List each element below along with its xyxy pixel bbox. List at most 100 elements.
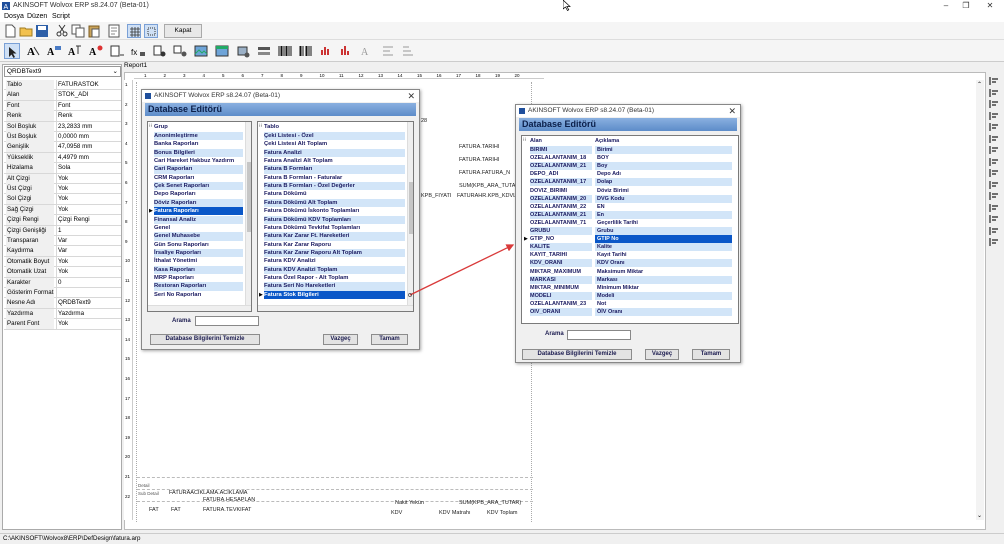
- shape-tool-icon[interactable]: [235, 43, 251, 59]
- property-row[interactable]: Otomatik Boyut Yok: [4, 256, 121, 268]
- field-cell[interactable]: GRUBU: [530, 227, 592, 236]
- list-item[interactable]: Fatura Özel Rapor - Alt Toplam: [264, 274, 405, 282]
- group-list-hscroll[interactable]: [148, 305, 251, 311]
- list-item[interactable]: Fatura Kar Zarar Raporu: [264, 241, 405, 249]
- scroll-down-icon[interactable]: ⌄: [977, 512, 982, 519]
- align-bottom-icon[interactable]: [988, 134, 1000, 144]
- save-icon[interactable]: [35, 24, 49, 38]
- align-right-icon[interactable]: [988, 99, 1000, 109]
- scroll-up-icon[interactable]: ⌃: [977, 81, 982, 88]
- property-row[interactable]: Otomatik Uzat Yok: [4, 267, 121, 278]
- property-value[interactable]: Var: [56, 236, 120, 246]
- list-item[interactable]: Gün Sonu Raporları: [154, 241, 243, 249]
- open-folder-icon[interactable]: [19, 24, 33, 38]
- field-cell[interactable]: DOVIZ_BIRIMI: [530, 187, 592, 195]
- ok-button[interactable]: Tamam: [692, 349, 730, 360]
- property-value[interactable]: Renk: [56, 111, 120, 122]
- property-value[interactable]: 0,0000 mm: [56, 132, 120, 142]
- property-value[interactable]: Yok: [56, 256, 120, 267]
- desc-cell[interactable]: Boy: [595, 162, 732, 171]
- field-cell[interactable]: OZELALANTANIM_22: [530, 203, 592, 211]
- list-item[interactable]: Fatura Raporları: [154, 207, 243, 216]
- align-tool-icon[interactable]: [380, 43, 396, 59]
- property-row[interactable]: Üst Boşluk 0,0000 mm: [4, 132, 121, 143]
- desc-cell[interactable]: Modeli: [595, 291, 732, 300]
- list-item[interactable]: Banka Raporları: [154, 140, 243, 148]
- property-row[interactable]: Parent Font Yok: [4, 319, 121, 330]
- field-cell[interactable]: OZELALANTANIM_18: [530, 154, 592, 162]
- property-row[interactable]: Renk Renk: [4, 111, 121, 122]
- property-value[interactable]: FATURASTOK: [56, 80, 120, 90]
- desc-cell[interactable]: GTIP No: [595, 235, 732, 244]
- memo-tool-icon[interactable]: [109, 43, 125, 59]
- group-tool-icon[interactable]: [172, 43, 188, 59]
- field-cell[interactable]: KAYIT_TARIHI: [530, 251, 592, 259]
- preview-icon[interactable]: [107, 24, 121, 38]
- property-value[interactable]: 47,0958 mm: [56, 142, 120, 153]
- property-value[interactable]: [56, 288, 120, 298]
- cancel-button[interactable]: Vazgeç: [323, 334, 358, 345]
- property-value[interactable]: STOK_ADI: [56, 90, 120, 101]
- align-middle-icon[interactable]: [988, 122, 1000, 132]
- desc-cell[interactable]: Kayıt Tarihi: [595, 251, 732, 259]
- field-cell[interactable]: OZELALANTANIM_23: [530, 300, 592, 308]
- field-cell[interactable]: MODELI: [530, 291, 592, 300]
- field-cell[interactable]: BIRIMI: [530, 146, 592, 155]
- desc-cell[interactable]: ÖİV Oranı: [595, 308, 732, 317]
- copy-icon[interactable]: [71, 24, 85, 38]
- center-h-icon[interactable]: [988, 214, 1000, 224]
- field-cell[interactable]: KDV_ORANI: [530, 259, 592, 268]
- chart2-tool-icon[interactable]: [338, 43, 354, 59]
- desc-cell[interactable]: BOY: [595, 154, 732, 162]
- property-row[interactable]: Alt Çizgi Yok: [4, 173, 121, 184]
- scroll-thumb[interactable]: [409, 182, 413, 234]
- report-field[interactable]: FATURA.FATURA_N: [459, 170, 510, 176]
- field-grid[interactable]: ⁝⁝ Alan Açıklama BIRIMI Birimi OZELALANTAN…: [521, 135, 739, 324]
- report-field[interactable]: FATURAHR.KPB_KDVL: [457, 193, 516, 199]
- new-file-icon[interactable]: [3, 24, 17, 38]
- report-field[interactable]: SUM(KPB_ARA_TUTA: [459, 183, 515, 189]
- desc-cell[interactable]: Birimi: [595, 146, 732, 155]
- property-row[interactable]: Alan STOK_ADI: [4, 90, 121, 101]
- desc-cell[interactable]: Kalite: [595, 243, 732, 252]
- desc-cell[interactable]: KDV Oranı: [595, 259, 732, 268]
- band-tool-icon[interactable]: [256, 43, 272, 59]
- report-field[interactable]: FAT: [171, 507, 181, 513]
- property-row[interactable]: Kaydırma Var: [4, 246, 121, 257]
- calc-tool-icon[interactable]: fx: [130, 43, 146, 59]
- report-field[interactable]: FAT: [149, 507, 159, 513]
- dialog-close-button[interactable]: ✕: [407, 90, 415, 102]
- search-input[interactable]: [195, 316, 259, 326]
- menu-dosya[interactable]: Dosya: [4, 13, 24, 20]
- desc-cell[interactable]: En: [595, 210, 732, 219]
- property-row[interactable]: Genişlik 47,0958 mm: [4, 142, 121, 153]
- component-selector[interactable]: QRDBText9 ⌄: [4, 66, 121, 77]
- grid-icon[interactable]: [127, 24, 141, 38]
- label-tool-icon[interactable]: A: [25, 43, 41, 59]
- field-cell[interactable]: OZELALANTANIM_20: [530, 194, 592, 203]
- report-field[interactable]: FATURA.TARIHI: [459, 144, 499, 150]
- cut-icon[interactable]: [55, 24, 69, 38]
- report-field[interactable]: FATURA.HESAPLAN: [203, 497, 255, 503]
- property-value[interactable]: Yok: [56, 194, 120, 205]
- field-cell[interactable]: OIV_ORANI: [530, 308, 592, 317]
- list-item[interactable]: CRM Raporları: [154, 174, 243, 182]
- list-item[interactable]: Fatura Stok Bilgileri: [264, 290, 405, 299]
- report-tab[interactable]: Report1: [124, 62, 168, 71]
- group-list-scrollbar[interactable]: [245, 122, 251, 305]
- barcode-tool-icon[interactable]: [277, 43, 293, 59]
- field-cell[interactable]: GTIP_NO: [530, 235, 592, 243]
- list-item[interactable]: Fatura Dökümü İskonto Toplamları: [264, 207, 405, 215]
- property-value[interactable]: Sola: [56, 163, 120, 174]
- db-image-tool-icon[interactable]: [214, 43, 230, 59]
- property-value[interactable]: Var: [56, 246, 120, 257]
- list-item[interactable]: Depo Raporları: [154, 190, 243, 198]
- menu-duzen[interactable]: Düzen: [27, 13, 47, 20]
- list-item[interactable]: Çek Senet Raporları: [154, 182, 243, 191]
- field-cell[interactable]: MARKASI: [530, 275, 592, 284]
- property-value[interactable]: Yok: [56, 319, 120, 330]
- list-item[interactable]: Cari Hareket Hakbuz Yazdırm: [154, 157, 243, 165]
- bring-front-icon[interactable]: [988, 191, 1000, 201]
- paste-icon[interactable]: [87, 24, 101, 38]
- list-item[interactable]: Fatura B Formları - Faturalar: [264, 174, 405, 182]
